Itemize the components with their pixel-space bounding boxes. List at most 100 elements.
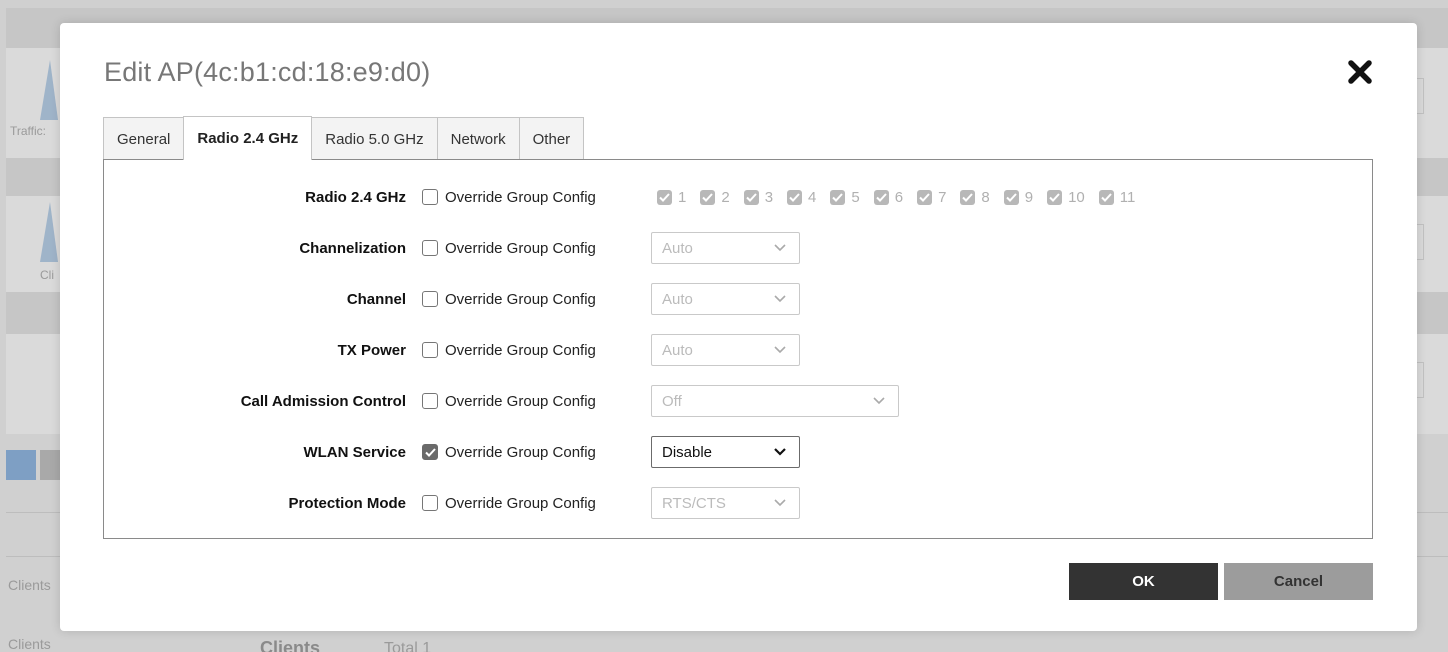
chevron-down-icon <box>774 295 786 303</box>
channel-option: 7 <box>917 189 946 206</box>
channel-number: 11 <box>1119 188 1136 206</box>
checkmark-icon <box>1101 192 1112 202</box>
tab-other[interactable]: Other <box>518 117 585 160</box>
bg-clients-heading: Clients <box>260 638 321 652</box>
bg-list-view-button <box>6 450 36 480</box>
channelization-override[interactable]: Override Group Config <box>422 240 596 257</box>
chevron-down-icon <box>774 346 786 354</box>
tab-general[interactable]: General <box>103 117 185 160</box>
channelization-override-checkbox[interactable] <box>422 240 438 256</box>
checkmark-icon <box>876 192 887 202</box>
channel-override-checkbox[interactable] <box>422 291 438 307</box>
channel-option: 1 <box>657 189 686 206</box>
tab-radio-24[interactable]: Radio 2.4 GHz <box>183 116 313 160</box>
channel-number: 1 <box>678 188 687 206</box>
channelization-row: Channelization Override Group Config Aut… <box>104 232 1372 264</box>
chevron-down-icon <box>873 397 885 405</box>
channel-label: Channel <box>346 290 406 308</box>
cac-select[interactable]: Off <box>651 385 899 417</box>
protection-mode-value: RTS/CTS <box>662 494 726 512</box>
radio-override[interactable]: Override Group Config <box>422 189 596 206</box>
cac-label: Call Admission Control <box>240 392 406 410</box>
tx-power-value: Auto <box>662 341 693 359</box>
channel-number: 2 <box>721 188 730 206</box>
bg-clients-chart <box>40 202 58 262</box>
wlan-service-select[interactable]: Disable <box>651 436 800 468</box>
checkmark-icon <box>789 192 800 202</box>
channel-option: 8 <box>960 188 990 206</box>
channel-checkbox <box>917 189 933 205</box>
channel-override[interactable]: Override Group Config <box>422 291 596 308</box>
checkmark-icon <box>424 447 436 457</box>
cac-override[interactable]: Override Group Config <box>422 393 596 410</box>
channel-option: 4 <box>787 189 816 206</box>
channelization-override-label: Override Group Config <box>445 239 596 257</box>
channel-option: 5 <box>830 188 860 206</box>
tx-power-row: TX Power Override Group Config Auto <box>104 334 1372 366</box>
channel-checkbox <box>1098 189 1114 205</box>
protection-mode-override[interactable]: Override Group Config <box>422 495 596 512</box>
chevron-down-icon <box>774 499 786 507</box>
channel-number: 7 <box>938 188 947 206</box>
protection-mode-row: Protection Mode Override Group Config RT… <box>104 487 1372 519</box>
ok-button[interactable]: OK <box>1069 563 1218 600</box>
channel-option: 6 <box>873 189 903 206</box>
channel-number: 5 <box>851 188 860 206</box>
tx-power-override[interactable]: Override Group Config <box>422 342 596 359</box>
channel-number: 10 <box>1068 188 1085 206</box>
channelization-label: Channelization <box>299 239 406 257</box>
channel-checkbox <box>657 189 672 205</box>
checkmark-icon <box>745 192 757 202</box>
protection-mode-override-label: Override Group Config <box>445 494 596 512</box>
channel-checkbox <box>1003 189 1019 205</box>
channel-number: 8 <box>981 188 990 206</box>
protection-mode-label: Protection Mode <box>288 494 406 512</box>
channel-option: 9 <box>1003 188 1034 206</box>
channel-row: Channel Override Group Config Auto <box>104 283 1372 315</box>
cancel-button[interactable]: Cancel <box>1224 563 1373 600</box>
cac-row: Call Admission Control Override Group Co… <box>104 385 1372 417</box>
tx-power-override-checkbox[interactable] <box>422 342 438 358</box>
bg-traffic-chart <box>40 60 58 120</box>
channel-checkbox <box>743 189 759 205</box>
tab-bar: General Radio 2.4 GHz Radio 5.0 GHz Netw… <box>103 116 585 160</box>
wlan-service-override-checkbox[interactable] <box>422 444 438 460</box>
channel-number: 9 <box>1024 188 1034 206</box>
bg-clients-label: Cli <box>40 268 54 282</box>
checkmark-icon <box>659 192 670 202</box>
channel-select[interactable]: Auto <box>651 283 800 315</box>
radio-24-panel: Radio 2.4 GHz Override Group Config 1 2 3 4… <box>103 159 1373 539</box>
edit-ap-dialog: Edit AP(4c:b1:cd:18:e9:d0) General Radio… <box>60 23 1417 631</box>
channel-option: 10 <box>1047 189 1085 206</box>
checkmark-icon <box>702 192 714 202</box>
bg-total-label: Total 1 <box>384 640 432 652</box>
wlan-service-override[interactable]: Override Group Config <box>422 444 596 461</box>
tx-power-select[interactable]: Auto <box>651 334 800 366</box>
close-icon[interactable] <box>1347 59 1373 85</box>
wlan-service-row: WLAN Service Override Group Config Disab… <box>104 436 1372 468</box>
checkmark-icon <box>832 192 844 202</box>
channel-option: 2 <box>700 188 730 206</box>
bg-traffic-label: Traffic: <box>10 124 47 138</box>
dialog-title: Edit AP(4c:b1:cd:18:e9:d0) <box>104 57 431 87</box>
radio-override-label: Override Group Config <box>445 188 596 206</box>
cac-override-label: Override Group Config <box>445 392 596 410</box>
cac-value: Off <box>662 392 682 410</box>
protection-mode-override-checkbox[interactable] <box>422 495 438 511</box>
channelization-select[interactable]: Auto <box>651 232 800 264</box>
tab-network[interactable]: Network <box>436 117 520 160</box>
wlan-service-override-label: Override Group Config <box>445 443 596 461</box>
checkmark-icon <box>1049 192 1060 202</box>
protection-mode-select[interactable]: RTS/CTS <box>651 487 800 519</box>
checkmark-icon <box>919 192 930 202</box>
channel-override-label: Override Group Config <box>445 290 596 308</box>
radio-override-checkbox[interactable] <box>422 189 438 205</box>
channel-checkbox <box>873 189 889 205</box>
radio-row: Radio 2.4 GHz Override Group Config 1 2 3 4… <box>104 181 1372 213</box>
channel-number: 4 <box>808 188 817 206</box>
cac-override-checkbox[interactable] <box>422 393 438 409</box>
channel-number: 3 <box>764 188 774 206</box>
channel-value: Auto <box>662 290 693 308</box>
radio-label: Radio 2.4 GHz <box>305 188 406 206</box>
tab-radio-50[interactable]: Radio 5.0 GHz <box>311 117 438 160</box>
